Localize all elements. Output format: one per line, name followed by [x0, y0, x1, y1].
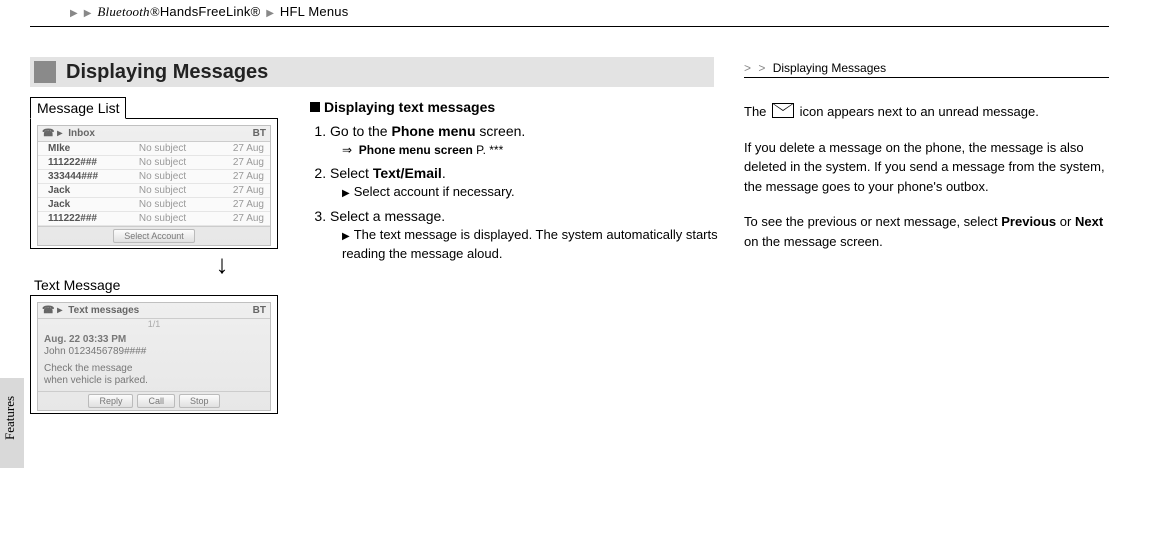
call-button: Call — [137, 394, 175, 408]
cross-ref: ⇒ Phone menu screen P. *** — [330, 142, 720, 159]
square-icon — [34, 61, 56, 83]
textmsg-title: Text messages — [62, 305, 252, 316]
table-row: 111222###No subject27 Aug — [38, 212, 270, 226]
chevron-right-icon: ▶ — [70, 8, 78, 19]
msg-body-line: Check the message — [44, 363, 264, 374]
step-1: Go to the Phone menu screen. ⇒ Phone men… — [330, 121, 720, 159]
table-row: 111222###No subject27 Aug — [38, 156, 270, 170]
chevron-right-icon: ▶ — [266, 8, 274, 19]
screenshot-text-message: ☎ ▸ Text messages BT 1/1 Aug. 22 03:33 P… — [30, 295, 278, 414]
square-icon — [310, 102, 320, 112]
bt-label: BT — [253, 128, 266, 139]
select-account-button: Select Account — [113, 229, 195, 243]
screenshot-label: Message List — [30, 97, 126, 119]
msg-from: John 0123456789#### — [44, 346, 264, 357]
breadcrumb-seg: Bluetooth® — [97, 4, 159, 19]
table-row: MIkeNo subject27 Aug — [38, 142, 270, 156]
msg-date: Aug. 22 03:33 PM — [44, 334, 264, 345]
phone-icon: ☎ ▸ — [42, 128, 62, 139]
step-2-sub: ▶Select account if necessary. — [330, 183, 720, 202]
divider — [30, 26, 1109, 27]
message-rows: MIkeNo subject27 Aug 111222###No subject… — [38, 142, 270, 226]
note-unread-icon: The icon appears next to an unread messa… — [744, 102, 1109, 122]
right-crumb: > > Displaying Messages — [744, 61, 1109, 78]
breadcrumb-seg: HFL Menus — [280, 4, 349, 19]
chevron-right-icon: ▶ — [84, 8, 92, 19]
stop-button: Stop — [179, 394, 220, 408]
screenshot-label: Text Message — [34, 277, 120, 293]
section-heading: Displaying Messages — [30, 57, 714, 87]
step-2: Select Text/Email. ▶Select account if ne… — [330, 163, 720, 202]
phone-icon: ☎ ▸ — [42, 305, 62, 316]
reply-button: Reply — [88, 394, 133, 408]
note-delete: If you delete a message on the phone, th… — [744, 138, 1109, 197]
note-prev-next: To see the previous or next message, sel… — [744, 212, 1109, 251]
inbox-title: Inbox — [62, 128, 252, 139]
step-3: Select a message. ▶The text message is d… — [330, 206, 720, 264]
side-notes: The icon appears next to an unread messa… — [744, 102, 1109, 251]
table-row: JackNo subject27 Aug — [38, 184, 270, 198]
envelope-icon — [772, 103, 794, 118]
breadcrumb: ▶ ▶ Bluetooth®HandsFreeLink® ▶ HFL Menus — [30, 0, 1109, 26]
instructions: Displaying text messages Go to the Phone… — [310, 97, 720, 414]
step-3-sub: ▶The text message is displayed. The syst… — [330, 226, 720, 264]
heading-text: Displaying Messages — [66, 61, 268, 84]
table-row: JackNo subject27 Aug — [38, 198, 270, 212]
arrow-down-icon: ↓ — [150, 251, 294, 277]
breadcrumb-seg: HandsFreeLink® — [160, 4, 261, 19]
side-tab-label: Features — [2, 416, 18, 440]
msg-body-line: when vehicle is parked. — [44, 375, 264, 386]
screenshot-message-list: ☎ ▸ Inbox BT MIkeNo subject27 Aug 111222… — [30, 118, 278, 249]
side-tab-features: Features — [0, 378, 24, 468]
instr-title: Displaying text messages — [324, 99, 495, 115]
table-row: 333444###No subject27 Aug — [38, 170, 270, 184]
msg-count: 1/1 — [38, 319, 270, 329]
bt-label: BT — [253, 305, 266, 316]
